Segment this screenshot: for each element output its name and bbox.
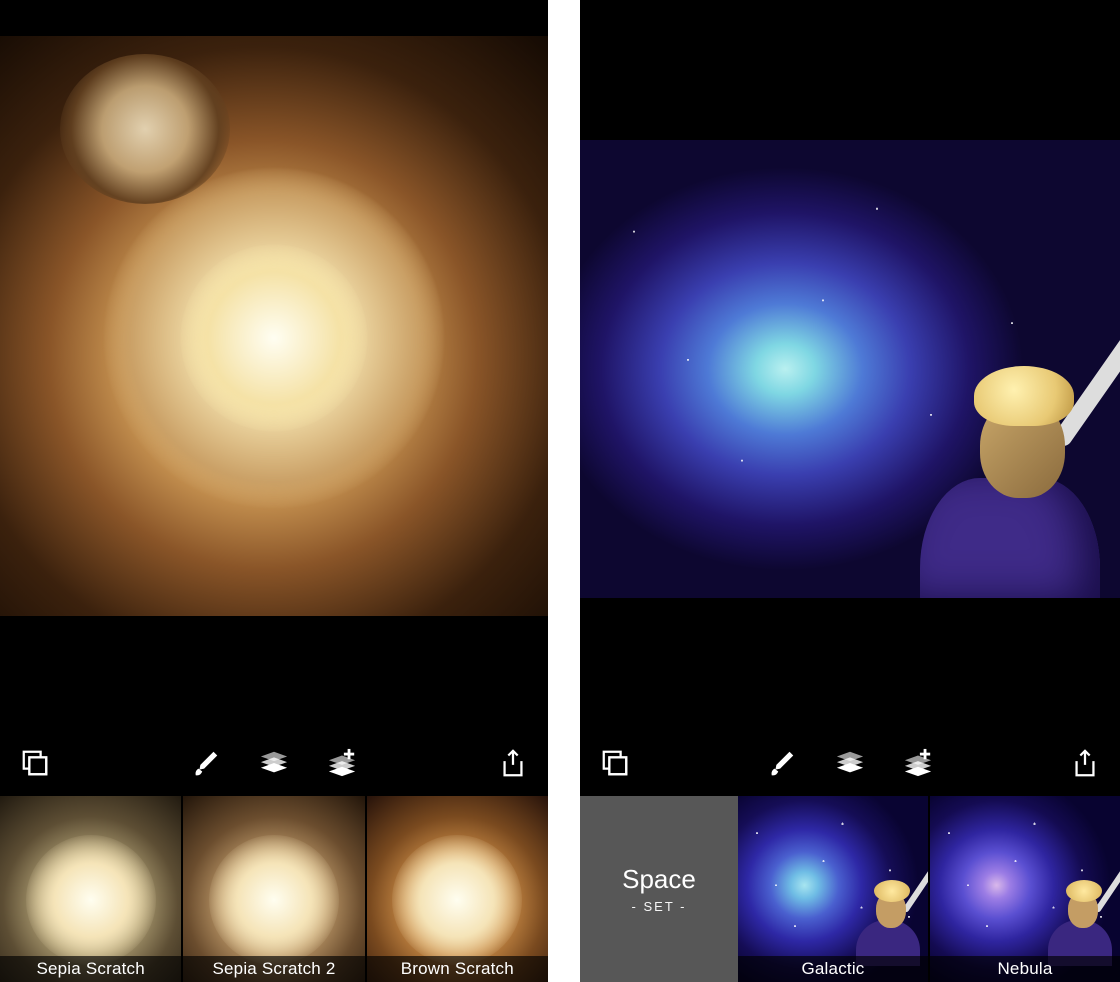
- filter-label: Sepia Scratch 2: [183, 956, 364, 982]
- filter-thumb[interactable]: Sepia Scratch: [0, 796, 181, 982]
- filter-set-card[interactable]: Space - SET -: [580, 796, 738, 982]
- preview-image-flower: [0, 36, 548, 616]
- layers-icon[interactable]: [257, 746, 291, 780]
- filter-label: Galactic: [738, 956, 928, 982]
- filter-label: Nebula: [930, 956, 1120, 982]
- filter-label: Brown Scratch: [367, 956, 548, 982]
- share-icon[interactable]: [496, 746, 530, 780]
- right-screenshot: Space - SET - Galactic Nebula: [580, 0, 1120, 982]
- filter-label: Sepia Scratch: [0, 956, 181, 982]
- filter-strip[interactable]: Sepia Scratch Sepia Scratch 2 Brown Scra…: [0, 796, 548, 982]
- toolbar: [0, 730, 548, 796]
- filter-thumb[interactable]: Brown Scratch: [367, 796, 548, 982]
- brush-icon[interactable]: [765, 746, 799, 780]
- filter-strip[interactable]: Space - SET - Galactic Nebula: [580, 796, 1120, 982]
- filter-thumb[interactable]: Galactic: [738, 796, 928, 982]
- gallery-icon[interactable]: [18, 746, 52, 780]
- add-layer-icon[interactable]: [325, 746, 359, 780]
- filter-thumb[interactable]: Nebula: [930, 796, 1120, 982]
- gallery-icon[interactable]: [598, 746, 632, 780]
- layers-icon[interactable]: [833, 746, 867, 780]
- preview-image-nebula: [580, 140, 1120, 598]
- set-title: Space: [622, 864, 696, 895]
- set-subtitle: - SET -: [632, 899, 687, 914]
- brush-icon[interactable]: [189, 746, 223, 780]
- left-screenshot: Sepia Scratch Sepia Scratch 2 Brown Scra…: [0, 0, 548, 982]
- toolbar: [580, 730, 1120, 796]
- preview-area[interactable]: [0, 0, 548, 730]
- add-layer-icon[interactable]: [901, 746, 935, 780]
- preview-area[interactable]: [580, 0, 1120, 730]
- filter-thumb[interactable]: Sepia Scratch 2: [183, 796, 364, 982]
- share-icon[interactable]: [1068, 746, 1102, 780]
